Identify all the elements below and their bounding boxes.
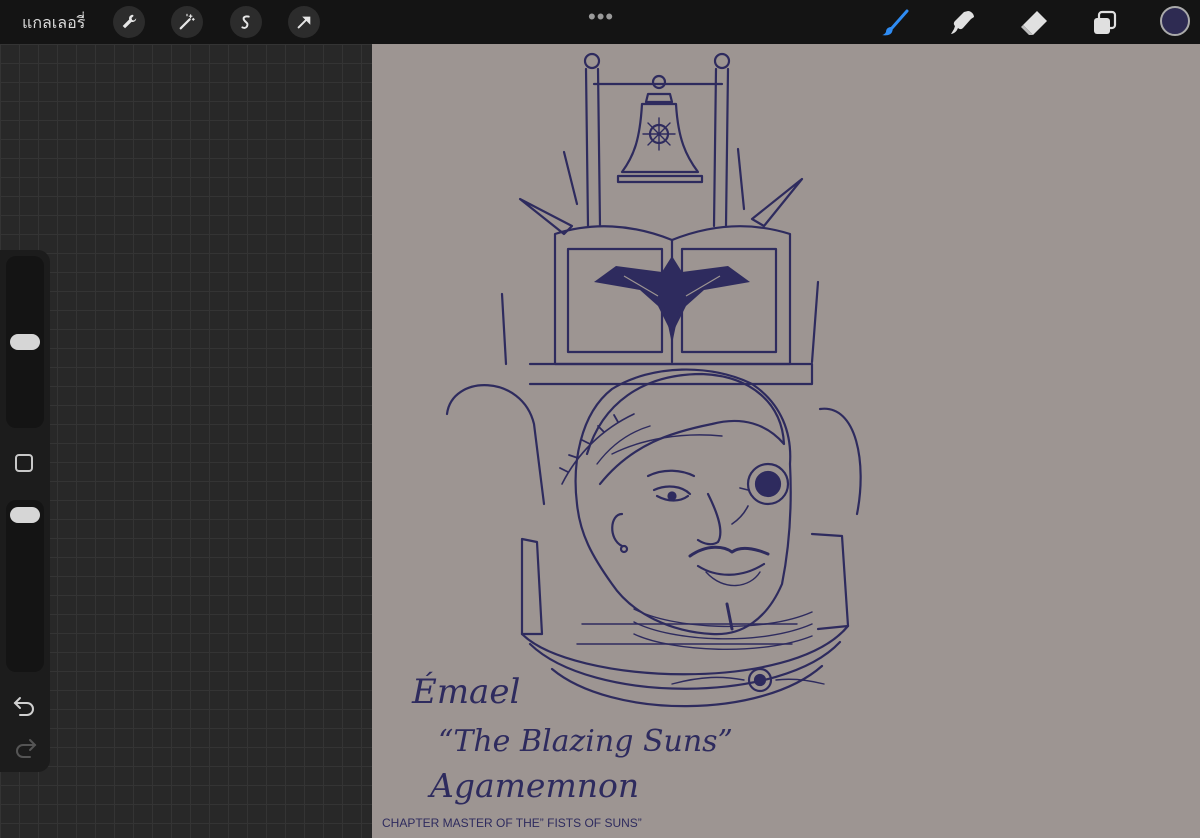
square-icon[interactable] bbox=[15, 454, 33, 472]
artwork-name-line1: Émael bbox=[412, 672, 521, 712]
artwork-caption: CHAPTER MASTER OF THE” FISTS OF SUNS” bbox=[382, 816, 642, 830]
artwork-name-line2: “The Blazing Suns” bbox=[438, 724, 733, 759]
color-picker-button[interactable] bbox=[1160, 6, 1190, 36]
magic-wand-icon[interactable] bbox=[171, 6, 203, 38]
brush-size-slider[interactable] bbox=[6, 256, 44, 428]
transform-arrow-icon[interactable] bbox=[288, 6, 320, 38]
artwork-name-line3: Agamemnon bbox=[430, 766, 640, 805]
selection-icon[interactable] bbox=[230, 6, 262, 38]
gallery-grid-background bbox=[0, 44, 372, 838]
top-toolbar: แกลเลอรี่ ••• bbox=[0, 0, 1200, 44]
gallery-button[interactable]: แกลเลอรี่ bbox=[22, 11, 85, 36]
left-sidebar bbox=[0, 250, 50, 772]
eagle-emblem bbox=[594, 256, 750, 344]
drawing-canvas[interactable]: Émael “The Blazing Suns” Agamemnon CHAPT… bbox=[372, 44, 1200, 838]
artwork-sketch bbox=[445, 52, 862, 708]
more-options-button[interactable]: ••• bbox=[588, 4, 614, 30]
opacity-thumb[interactable] bbox=[10, 506, 40, 523]
brush-size-thumb[interactable] bbox=[10, 334, 40, 350]
redo-icon[interactable] bbox=[12, 734, 38, 760]
undo-icon[interactable] bbox=[12, 692, 38, 718]
smudge-icon[interactable] bbox=[947, 6, 981, 40]
layers-icon[interactable] bbox=[1088, 6, 1122, 40]
eraser-icon[interactable] bbox=[1017, 6, 1051, 40]
wrench-icon[interactable] bbox=[113, 6, 145, 38]
opacity-slider[interactable] bbox=[6, 500, 44, 672]
brush-icon[interactable] bbox=[878, 6, 912, 40]
